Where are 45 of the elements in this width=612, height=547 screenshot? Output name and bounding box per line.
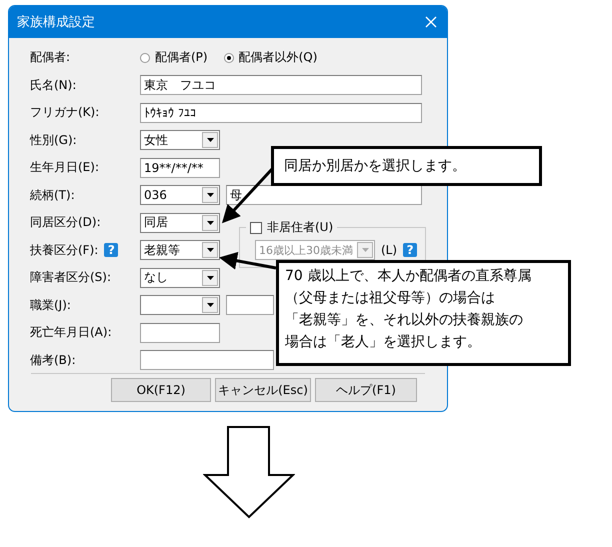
field-label: 備考(B): [30, 352, 76, 369]
caret-icon[interactable] [202, 297, 218, 314]
field-label: 性別(G): [30, 132, 77, 149]
radio-label: 配偶者(P) [155, 49, 208, 66]
dropdown[interactable]: 女性 [140, 130, 220, 150]
field-label: 続柄(T): [30, 186, 75, 204]
dropdown[interactable]: 同居 [140, 212, 220, 233]
input-field[interactable]: 19**/**/** [140, 158, 220, 178]
field-label: 生年月日(E): [30, 159, 99, 176]
field-label: (L) [381, 243, 398, 257]
dropdown[interactable]: なし [140, 268, 220, 288]
close-icon[interactable] [425, 16, 437, 28]
dropdown[interactable] [140, 295, 220, 316]
field-label: 障害者区分(S): [30, 269, 112, 286]
dropdown[interactable]: 036 [140, 185, 220, 206]
field-label: 氏名(N): [30, 76, 76, 94]
input-field[interactable] [140, 350, 274, 370]
input-field[interactable] [226, 295, 274, 316]
input-field[interactable]: ﾄｳｷｮｳ ﾌﾕｺ [140, 102, 422, 123]
caret-icon[interactable] [202, 242, 218, 258]
input-field[interactable] [140, 322, 220, 343]
input-field[interactable]: 東京 フユコ [140, 75, 422, 96]
dialog-button[interactable]: OK(F12) [111, 378, 211, 402]
caret-icon[interactable] [202, 270, 218, 286]
field-label: 扶養区分(F): [30, 242, 98, 259]
window-title: 家族構成設定 [17, 14, 95, 31]
callout-text: 同居か別居かを選択します。 [271, 146, 542, 186]
radio-button[interactable] [140, 52, 150, 63]
caret-icon[interactable] [202, 187, 218, 204]
callout-text: 70 歳以上で、本人か配偶者の直系尊属 （父母または祖父母等）の場合は 「老親等」を、それ以外の扶養親族の 場合は「老人」を選択します。 [276, 260, 571, 366]
field-label: 職業(J): [30, 296, 71, 314]
field-label: フリガナ(K): [30, 104, 100, 122]
input-field[interactable]: 母 [226, 185, 422, 206]
help-icon[interactable]: ? [104, 243, 118, 258]
radio-button[interactable] [224, 52, 234, 63]
dialog-button[interactable]: ヘルプ(F1) [315, 378, 417, 402]
caret-icon[interactable] [202, 132, 218, 148]
field-label: 死亡年月日(A): [30, 324, 112, 342]
dialog-button[interactable]: キャンセル(Esc) [215, 378, 311, 402]
field-label: 配偶者: [30, 49, 70, 66]
field-label: 同居区分(D): [30, 214, 101, 232]
caret-icon[interactable] [202, 214, 218, 231]
checkbox-label: 非居住者(U) [267, 219, 334, 236]
radio-label: 配偶者以外(Q) [238, 49, 318, 66]
dropdown[interactable]: 老親等 [140, 240, 220, 260]
